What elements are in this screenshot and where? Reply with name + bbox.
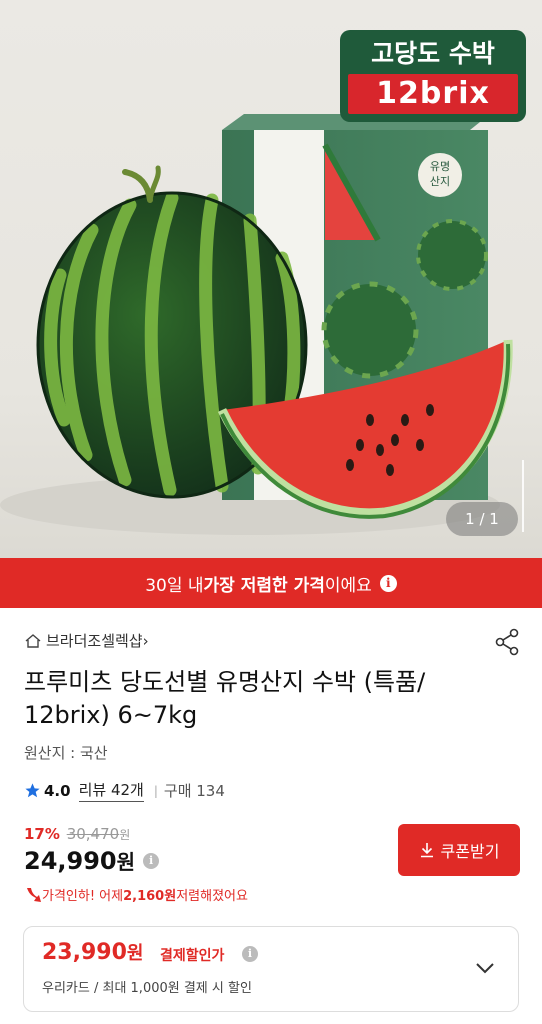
discount-price-value: 23,990 [42,940,127,965]
rating-row: 4.0 리뷰 42개 | 구매 134 [24,779,225,802]
coupon-label: 쿠폰받기 [440,842,500,861]
download-icon [420,843,433,858]
price-unit: 원 [116,850,136,874]
chevron-right-icon: › [142,631,149,650]
promo-bold: 가장 저렴한 가격 [203,575,325,596]
coupon-button[interactable]: 쿠폰받기 [398,824,520,876]
image-counter: 1 / 1 [446,502,518,536]
star-icon [25,783,40,798]
svg-text:유명: 유명 [430,160,450,173]
price-info-icon[interactable]: i [143,852,160,869]
sale-price: 24,990 원 i [24,846,160,875]
share-icon[interactable] [494,628,520,656]
store-name: 브라더조셀렉샵 [46,632,143,650]
promo-suffix: 이에요 [324,575,372,596]
brix-badge: 고당도 수박 12brix [340,30,526,122]
discount-info-icon[interactable]: i [242,946,258,962]
discount-price-unit: 원 [126,943,144,964]
image-scroll-indicator [522,460,524,532]
price-drop-notice: 가격인하! 어제 2,160원 저렴해졌어요 [24,885,248,904]
original-unit: 원 [119,828,131,842]
discount-label: 결제할인가 [160,948,225,964]
svg-text:산지: 산지 [430,175,450,188]
promo-prefix: 30일 내 [145,575,204,596]
badge-title: 고당도 수박 [371,39,495,68]
review-link[interactable]: 리뷰 42개 [78,779,144,802]
payment-discount-card[interactable]: 23,990원 결제할인가 i 우리카드 / 최대 1,000원 결제 시 할인 [23,926,519,1012]
store-link[interactable]: 브라더조셀렉샵 › [24,630,149,651]
price-value: 24,990 [24,846,117,875]
chevron-down-icon[interactable] [474,961,496,975]
drop-suffix: 저렴해졌어요 [176,889,248,904]
drop-amount: 2,160원 [123,889,177,904]
discount-row: 17% 30,470원 [24,825,130,843]
card-condition: 우리카드 / 최대 1,000원 결제 시 할인 [42,981,252,996]
badge-brix: 12brix [348,74,518,114]
lowest-price-banner[interactable]: 30일 내 가장 저렴한 가격 이에요 i [0,558,542,608]
original-price: 30,470 [66,825,120,843]
product-image[interactable]: 유명 산지 고당도 수박 12brix 1 / 1 [0,0,542,558]
purchase-count: 구매 134 [163,782,225,800]
rating-score: 4.0 [44,781,71,800]
product-title: 프루미츠 당도선별 유명산지 수박 (특품/ 12brix) 6~7kg [24,668,426,729]
origin-text: 원산지 : 국산 [24,744,108,762]
discount-percent: 17% [24,825,60,843]
home-icon [25,633,41,648]
info-icon[interactable]: i [379,574,397,592]
divider: | [153,783,158,798]
discount-price: 23,990원 [42,939,143,965]
drop-prefix: 가격인하! 어제 [42,889,124,904]
price-drop-arrow-icon [27,887,41,902]
